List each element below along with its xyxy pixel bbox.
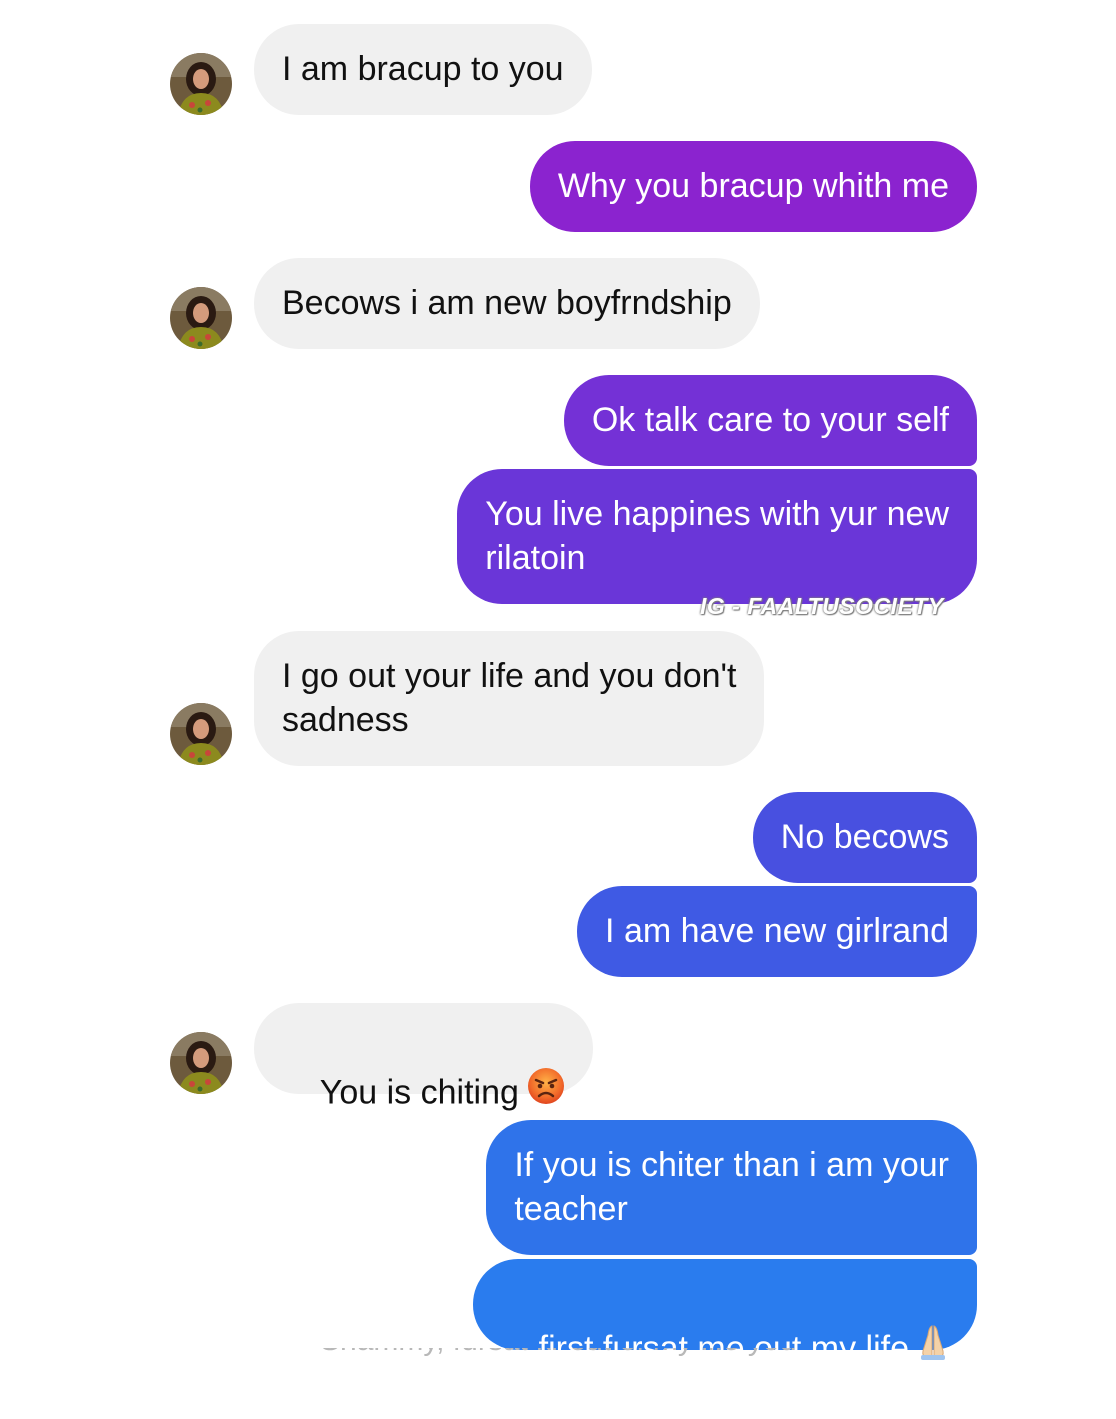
message-bubble-outgoing[interactable]: You live happines with yur new rilatoin (457, 469, 977, 604)
message-bubble-incoming[interactable]: I go out your life and you don't sadness (254, 631, 765, 766)
message-bubble-incoming[interactable]: I am bracup to you (254, 24, 592, 115)
message-bubble-outgoing[interactable]: first fursat me out my life (472, 1259, 977, 1367)
watermark: IG - FAALTUSOCIETY (700, 593, 944, 619)
message-bubble-outgoing[interactable]: If you is chiter than i am your teacher (486, 1120, 977, 1255)
message-bubble-incoming[interactable]: You is chiting (254, 1003, 593, 1111)
message-bubble-outgoing[interactable]: I am have new girlrand (577, 886, 977, 977)
message-text: You is chiting (319, 1073, 519, 1112)
message-bubble-outgoing[interactable]: No becows (752, 792, 977, 883)
contact-avatar[interactable] (170, 53, 232, 115)
message-bubble-outgoing[interactable]: Ok talk care to your self (563, 375, 977, 466)
contact-avatar[interactable] (170, 1032, 232, 1094)
partially-visible-message: Shammy, fursat kr out of my life you don… (320, 1348, 800, 1364)
message-bubble-incoming[interactable]: Becows i am new boyfrndship (254, 258, 760, 349)
contact-avatar[interactable] (170, 703, 232, 765)
contact-avatar[interactable] (170, 287, 232, 349)
chat-thread: I am bracup to you Why you bracup whith … (0, 0, 1116, 1387)
angry-face-icon (527, 1067, 565, 1116)
folded-hands-icon (917, 1323, 949, 1372)
message-bubble-outgoing[interactable]: Why you bracup whith me (529, 141, 977, 232)
